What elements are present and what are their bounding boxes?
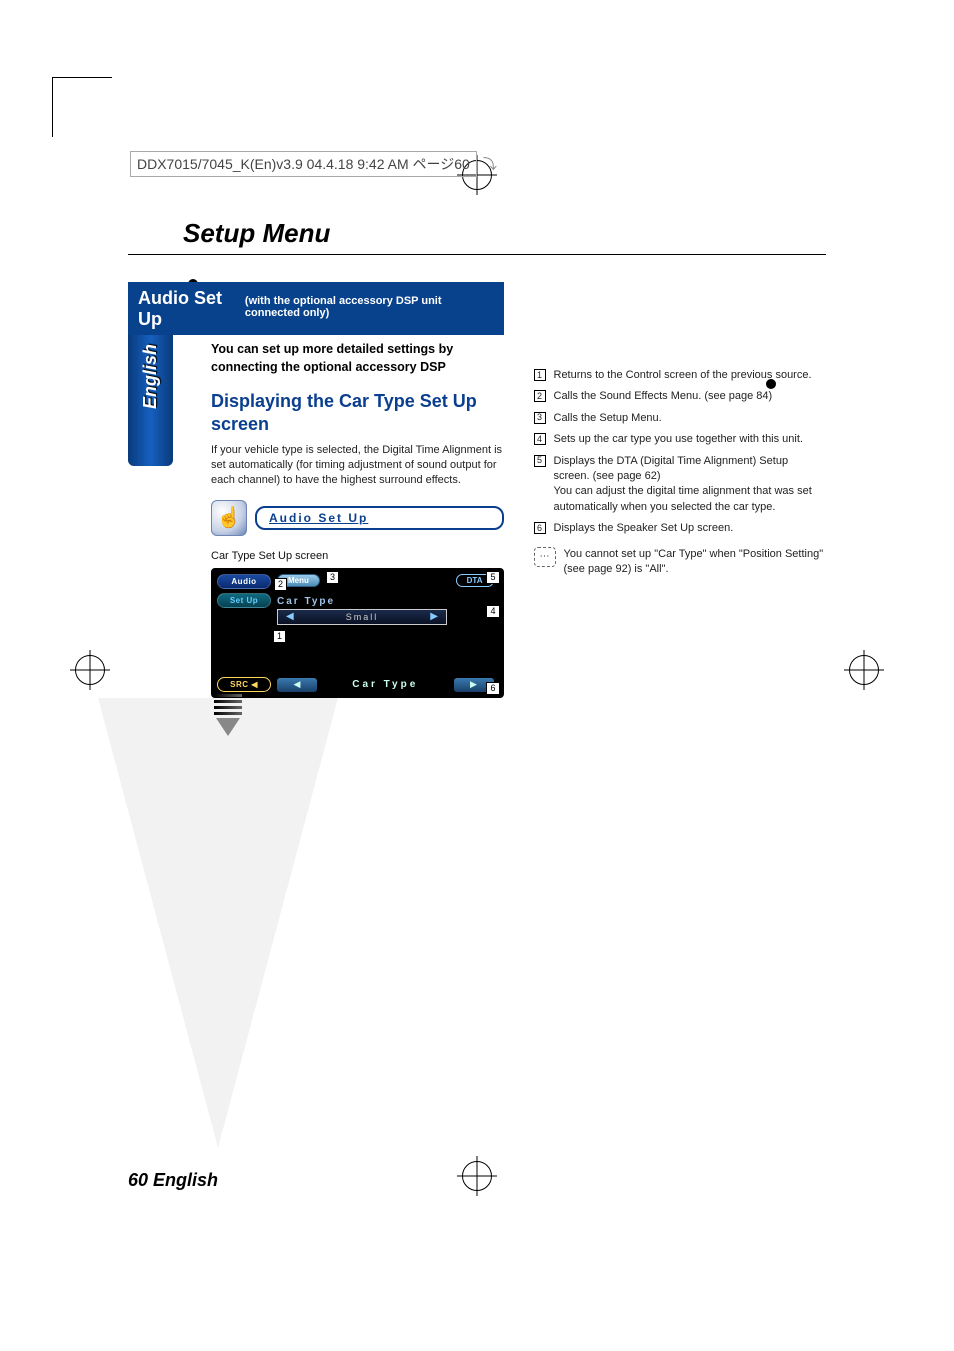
page-prev-button[interactable]: ◀ <box>277 678 317 692</box>
bars-icon <box>214 694 242 715</box>
content-area: English Setup Menu Audio Set Up (with th… <box>128 218 826 1191</box>
callout-5: 5 <box>486 571 499 584</box>
shot-bottom-row: ◀ Car Type ▶ <box>277 678 494 692</box>
def-text: Displays the DTA (Digital Time Alignment… <box>554 454 827 516</box>
def-text: Calls the Sound Effects Menu. (see page … <box>554 389 773 404</box>
section-intro: You can set up more detailed settings by… <box>128 341 500 376</box>
right-column: 1 Returns to the Control screen of the p… <box>534 282 827 698</box>
shot-body: Car Type ◀ Small ▶ <box>277 596 494 625</box>
callout-4: 4 <box>486 605 499 618</box>
registration-mark-icon <box>849 655 879 685</box>
shot-top-row: Menu DTA <box>277 574 494 587</box>
def-num: 6 <box>534 522 546 534</box>
def-text: Returns to the Control screen of the pre… <box>554 368 812 383</box>
crop-mark <box>52 77 112 137</box>
def-row-2: 2 Calls the Sound Effects Menu. (see pag… <box>534 389 827 404</box>
screenshot-caption: Car Type Set Up screen <box>211 550 504 562</box>
def-row-5: 5 Displays the DTA (Digital Time Alignme… <box>534 454 827 516</box>
src-back-button[interactable]: SRC ◀ <box>217 677 271 692</box>
decorative-overlay <box>98 698 338 1148</box>
def-text: Sets up the car type you use together wi… <box>554 432 803 447</box>
section-title: Audio Set Up <box>138 288 237 330</box>
page: DDX7015/7045_K(En)v3.9 04.4.18 9:42 AM ペ… <box>0 0 954 1351</box>
car-type-selector[interactable]: ◀ Small ▶ <box>277 609 447 625</box>
def-row-3: 3 Calls the Setup Menu. <box>534 411 827 426</box>
bottom-page-label: Car Type <box>323 679 448 690</box>
print-header-text: DDX7015/7045_K(En)v3.9 04.4.18 9:42 AM ペ… <box>130 151 477 177</box>
def-num: 1 <box>534 369 546 381</box>
setup-tab[interactable]: Set Up <box>217 593 271 608</box>
note: ⋯ You cannot set up "Car Type" when "Pos… <box>534 547 827 578</box>
left-column: Audio Set Up (with the optional accessor… <box>211 282 504 698</box>
page-footer: 60 English <box>128 1170 218 1191</box>
def-num: 4 <box>534 433 546 445</box>
def-row-4: 4 Sets up the car type you use together … <box>534 432 827 447</box>
def5-line1: Displays the DTA (Digital Time Alignment… <box>554 455 789 482</box>
def-num: 5 <box>534 455 546 467</box>
page-title: Setup Menu <box>183 218 330 249</box>
main-columns: Audio Set Up (with the optional accessor… <box>211 282 826 698</box>
shot-sidebar: Audio Set Up SRC ◀ <box>217 574 271 692</box>
definitions-list: 1 Returns to the Control screen of the p… <box>534 368 827 577</box>
cursor-icon: ⤵ <box>483 154 497 174</box>
def-text: Displays the Speaker Set Up screen. <box>554 521 734 536</box>
prev-arrow-icon[interactable]: ◀ <box>282 611 298 622</box>
def-row-1: 1 Returns to the Control screen of the p… <box>534 368 827 383</box>
callout-1: 1 <box>273 630 286 643</box>
next-arrow-icon[interactable]: ▶ <box>426 611 442 622</box>
touch-button-row: ☝ Audio Set Up <box>211 500 504 536</box>
callout-6: 6 <box>486 682 499 695</box>
print-header: DDX7015/7045_K(En)v3.9 04.4.18 9:42 AM ペ… <box>130 151 497 177</box>
def-row-6: 6 Displays the Speaker Set Up screen. <box>534 521 827 536</box>
registration-mark-icon <box>75 655 105 685</box>
callout-3: 3 <box>326 571 339 584</box>
audio-setup-touch-button[interactable]: Audio Set Up <box>255 506 504 530</box>
callout-2: 2 <box>274 578 287 591</box>
title-rule <box>128 254 826 255</box>
note-icon: ⋯ <box>534 547 556 567</box>
touch-finger-icon: ☝ <box>211 500 247 536</box>
car-type-setup-screenshot: Audio Set Up SRC ◀ Menu DTA Car Type ◀ S… <box>211 568 504 698</box>
def5-line2: You can adjust the digital time alignmen… <box>554 485 812 512</box>
def-text: Calls the Setup Menu. <box>554 411 662 426</box>
def-num: 2 <box>534 390 546 402</box>
car-type-field-label: Car Type <box>277 596 494 607</box>
audio-tab[interactable]: Audio <box>217 574 271 589</box>
car-type-value: Small <box>346 612 379 622</box>
note-text: You cannot set up "Car Type" when "Posit… <box>564 547 827 578</box>
down-arrow-icon <box>216 718 240 736</box>
section-heading-bar: Audio Set Up (with the optional accessor… <box>128 282 504 335</box>
subsection-heading: Displaying the Car Type Set Up screen <box>211 390 504 435</box>
body-paragraph: If your vehicle type is selected, the Di… <box>211 443 504 488</box>
def-num: 3 <box>534 412 546 424</box>
section-subtitle: (with the optional accessory DSP unit co… <box>245 295 494 319</box>
